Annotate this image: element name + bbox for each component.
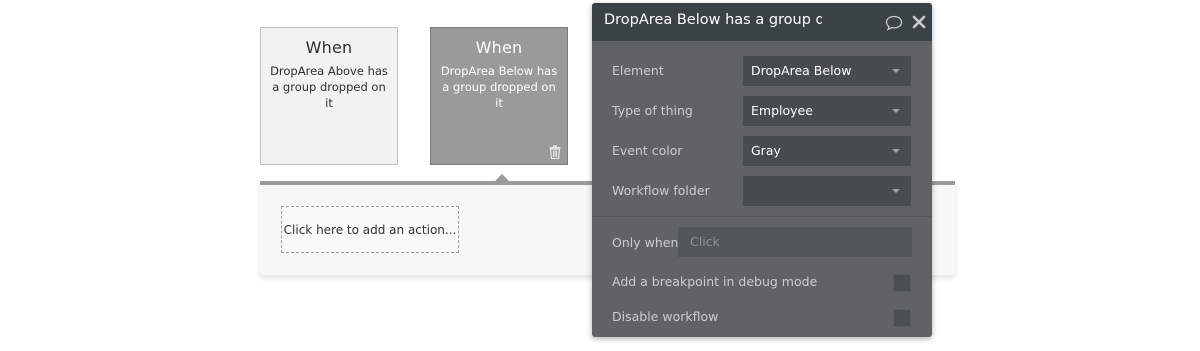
chevron-down-icon: [892, 69, 900, 73]
disable-workflow-label: Disable workflow: [612, 309, 719, 324]
element-label: Element: [612, 63, 664, 78]
close-icon[interactable]: [912, 15, 926, 29]
event-description: DropArea Below has a group dropped on it: [440, 64, 558, 110]
breakpoint-checkbox[interactable]: [893, 274, 911, 292]
type-of-thing-label: Type of thing: [612, 103, 693, 118]
workflow-folder-dropdown[interactable]: [743, 176, 911, 206]
add-action-button[interactable]: Click here to add an action...: [281, 206, 459, 253]
breakpoint-label: Add a breakpoint in debug mode: [612, 274, 818, 289]
element-dropdown[interactable]: DropArea Below: [743, 56, 911, 86]
event-when-label: When: [475, 38, 523, 57]
event-description: DropArea Above has a group dropped on it: [270, 64, 388, 110]
chevron-down-icon: [892, 189, 900, 193]
type-of-thing-dropdown[interactable]: Employee: [743, 96, 911, 126]
event-card-droparea-above[interactable]: When DropArea Above has a group dropped …: [260, 27, 398, 165]
disable-workflow-checkbox[interactable]: [893, 309, 911, 327]
event-when-label: When: [305, 38, 353, 57]
element-row: Element DropArea Below: [592, 56, 932, 86]
type-of-thing-value: Employee: [751, 103, 813, 118]
event-color-row: Event color Gray: [592, 136, 932, 166]
divider: [592, 216, 932, 217]
only-when-placeholder: Click: [690, 234, 720, 249]
editor-title: DropArea Below has a group dropped on it: [604, 12, 822, 28]
chevron-down-icon: [892, 149, 900, 153]
comment-icon[interactable]: [885, 15, 903, 31]
event-color-value: Gray: [751, 143, 781, 158]
type-of-thing-row: Type of thing Employee: [592, 96, 932, 126]
only-when-input[interactable]: Click: [678, 227, 912, 257]
event-color-dropdown[interactable]: Gray: [743, 136, 911, 166]
workflow-folder-row: Workflow folder: [592, 176, 932, 206]
event-property-editor: DropArea Below has a group dropped on it…: [592, 3, 932, 337]
element-value: DropArea Below: [751, 63, 852, 78]
event-card-droparea-below[interactable]: When DropArea Below has a group dropped …: [430, 27, 568, 165]
only-when-label: Only when: [612, 235, 679, 250]
trash-icon[interactable]: [549, 145, 561, 159]
editor-header: DropArea Below has a group dropped on it: [592, 3, 932, 41]
workflow-folder-label: Workflow folder: [612, 183, 710, 198]
chevron-down-icon: [892, 109, 900, 113]
event-color-label: Event color: [612, 143, 683, 158]
